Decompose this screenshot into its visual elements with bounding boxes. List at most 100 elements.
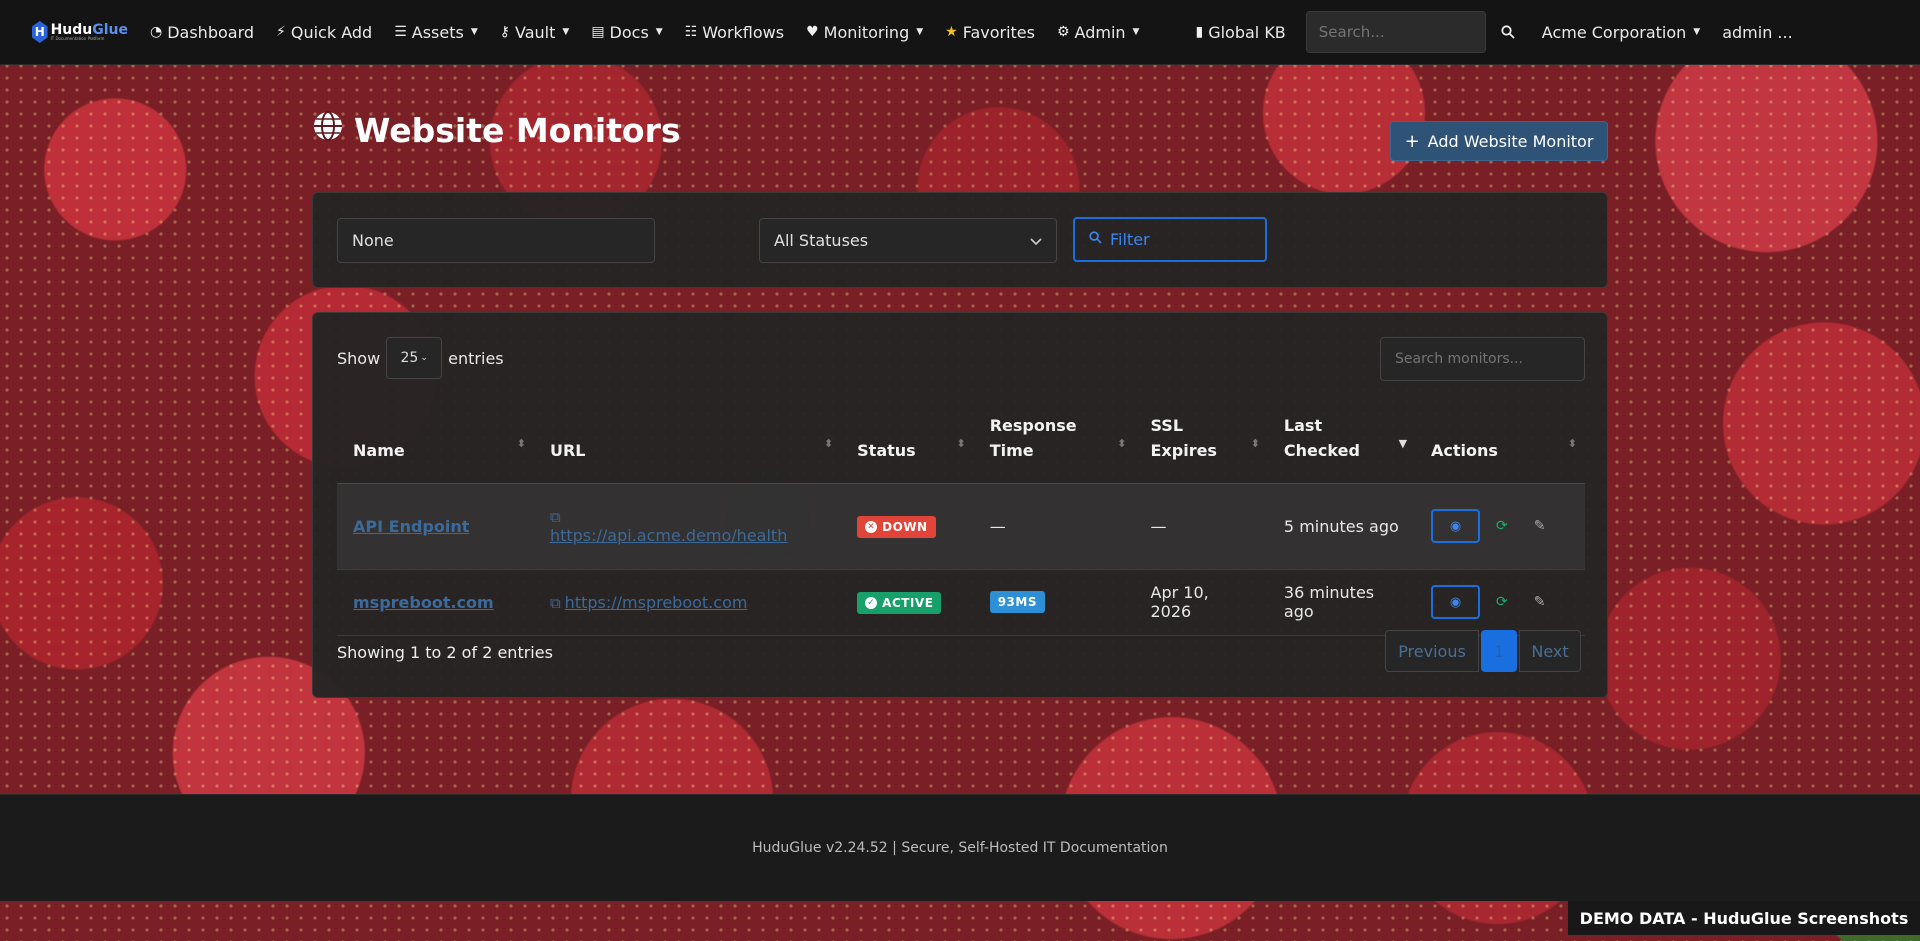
- nav-label: Dashboard: [167, 22, 255, 42]
- search-icon: [1089, 231, 1102, 248]
- last-checked: 36 minutes ago: [1283, 583, 1375, 621]
- column-header-ssl-expires[interactable]: SSL Expires ⬍: [1134, 399, 1268, 484]
- table-search-input[interactable]: [1380, 337, 1585, 381]
- next-page-button[interactable]: Next: [1519, 630, 1581, 672]
- column-header-label: SSL: [1150, 415, 1184, 435]
- eye-icon: ◉: [1449, 594, 1462, 610]
- user-label: admin ...: [1722, 22, 1793, 42]
- nav-vault[interactable]: ⚷ Vault ▼: [500, 23, 570, 42]
- status-text: ACTIVE: [882, 596, 934, 610]
- page-length-select[interactable]: 25 ⌄: [386, 337, 443, 379]
- nav-label: Docs: [609, 22, 649, 42]
- entries-label: entries: [448, 348, 504, 368]
- checklist-icon: ☷: [684, 24, 698, 40]
- response-time: —: [989, 516, 1006, 536]
- brand-logo[interactable]: H HuduGlue IT Documentation Platform: [32, 21, 128, 43]
- company-filter-input[interactable]: None: [337, 218, 655, 263]
- nav-label: Monitoring: [823, 22, 910, 42]
- status-text: DOWN: [882, 520, 928, 534]
- page-title-text: Website Monitors: [354, 110, 681, 150]
- column-header-response-time[interactable]: Response Time ⬍: [973, 399, 1135, 484]
- nav-workflows[interactable]: ☷ Workflows: [685, 23, 784, 42]
- footer-text: HuduGlue v2.24.52 | Secure, Self-Hosted …: [752, 840, 1168, 856]
- sort-icon: ⬍: [1250, 437, 1260, 450]
- sort-desc-icon: ▼: [1398, 437, 1408, 450]
- nav-label: Favorites: [962, 22, 1035, 42]
- page-length-value: 25: [400, 350, 419, 366]
- nav-dashboard[interactable]: ◔ Dashboard: [150, 23, 254, 42]
- filter-button[interactable]: Filter: [1073, 217, 1267, 262]
- sort-icon: ⬍: [1117, 437, 1127, 450]
- nav-assets[interactable]: ☰ Assets ▼: [394, 23, 478, 42]
- view-button[interactable]: ◉: [1431, 509, 1481, 543]
- column-header-actions[interactable]: Actions ⬍: [1415, 399, 1585, 484]
- external-link-icon: ⧉: [549, 593, 561, 612]
- column-header-url[interactable]: URL ⬍: [533, 399, 842, 484]
- row-actions: ◉ ⟳ ✎: [1431, 585, 1569, 619]
- plus-icon: +: [1404, 130, 1420, 152]
- status-badge: ✕ DOWN: [857, 516, 936, 538]
- sort-icon: ⬍: [956, 437, 966, 450]
- chevron-down-icon: ▼: [916, 27, 924, 37]
- search-icon[interactable]: [1486, 25, 1530, 39]
- pagination: Previous 1 Next: [1385, 630, 1581, 672]
- show-label: Show: [337, 348, 381, 368]
- column-header-label: Last: [1283, 415, 1323, 435]
- star-icon: ★: [945, 24, 958, 40]
- column-header-label: Name: [353, 440, 405, 460]
- column-header-label: URL: [549, 440, 586, 460]
- view-button[interactable]: ◉: [1431, 585, 1481, 619]
- edit-icon[interactable]: ✎: [1534, 518, 1546, 534]
- monitor-name-link[interactable]: mspreboot.com: [353, 593, 494, 612]
- globe-icon: [312, 110, 344, 150]
- ssl-expires: —: [1150, 516, 1167, 536]
- user-menu[interactable]: admin ...: [1722, 23, 1792, 42]
- nav-admin[interactable]: ⚙ Admin ▼: [1057, 23, 1139, 42]
- database-icon: ☰: [394, 24, 407, 40]
- previous-page-button[interactable]: Previous: [1385, 630, 1479, 672]
- response-time: 93MS: [997, 595, 1037, 609]
- monitor-url-link[interactable]: https://api.acme.demo/health: [550, 526, 787, 545]
- nav-favorites[interactable]: ★ Favorites: [945, 23, 1035, 42]
- monitors-table: Name ⬍ URL ⬍ Status ⬍ Response Time ⬍ SSL Expires ⬍…: [337, 399, 1585, 636]
- add-button-label: Add Website Monitor: [1427, 131, 1594, 151]
- column-header-status[interactable]: Status ⬍: [841, 399, 974, 484]
- global-search-input[interactable]: [1305, 11, 1486, 53]
- nav-quick-add[interactable]: ⚡ Quick Add: [276, 23, 372, 42]
- nav-global-kb[interactable]: ▮ Global KB: [1195, 23, 1285, 42]
- page-1-button[interactable]: 1: [1481, 630, 1517, 672]
- company-dropdown[interactable]: Acme Corporation ▼: [1542, 23, 1700, 42]
- top-navbar: H HuduGlue IT Documentation Platform ◔ Da…: [0, 0, 1920, 65]
- row-actions: ◉ ⟳ ✎: [1431, 509, 1569, 543]
- column-header-last-checked[interactable]: Last Checked ▼: [1267, 399, 1416, 484]
- edit-icon[interactable]: ✎: [1534, 594, 1546, 610]
- chevron-down-icon: ⌄: [420, 353, 428, 363]
- refresh-icon[interactable]: ⟳: [1496, 518, 1508, 534]
- column-header-label: Checked: [1283, 440, 1360, 460]
- ssl-expires: Apr 10, 2026: [1150, 583, 1209, 621]
- monitor-url-link[interactable]: https://mspreboot.com: [565, 593, 748, 612]
- column-header-name[interactable]: Name ⬍: [337, 399, 534, 484]
- company-label: Acme Corporation: [1541, 22, 1687, 42]
- nav-label: Assets: [411, 22, 464, 42]
- filter-button-label: Filter: [1110, 230, 1150, 249]
- table-info: Showing 1 to 2 of 2 entries: [337, 643, 553, 662]
- heartbeat-icon: ♥: [806, 24, 819, 40]
- filter-card: None All Statuses Filter: [312, 192, 1608, 288]
- nav-monitoring[interactable]: ♥ Monitoring ▼: [806, 23, 923, 42]
- brand-tagline: IT Documentation Platform: [50, 36, 105, 41]
- column-header-label: Time: [989, 440, 1034, 460]
- footer: HuduGlue v2.24.52 | Secure, Self-Hosted …: [0, 794, 1920, 901]
- nav-label: Admin: [1074, 22, 1126, 42]
- table-header-row: Name ⬍ URL ⬍ Status ⬍ Response Time ⬍ SSL Expires ⬍…: [337, 399, 1585, 484]
- refresh-icon[interactable]: ⟳: [1496, 594, 1508, 610]
- status-badge: ✓ ACTIVE: [857, 592, 942, 614]
- book-icon: ▮: [1195, 24, 1204, 40]
- add-website-monitor-button[interactable]: + Add Website Monitor: [1390, 121, 1608, 161]
- status-filter-select[interactable]: All Statuses: [759, 218, 1057, 263]
- monitor-name-link[interactable]: API Endpoint: [353, 517, 469, 536]
- company-filter-value: None: [352, 231, 394, 250]
- sort-icon: ⬍: [823, 437, 834, 450]
- nav-docs[interactable]: ▤ Docs ▼: [591, 23, 662, 42]
- eye-icon: ◉: [1449, 518, 1462, 534]
